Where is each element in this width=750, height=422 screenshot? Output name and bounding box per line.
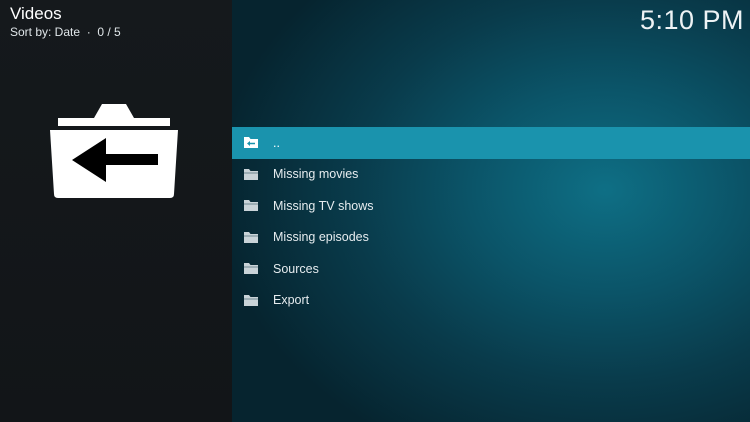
list-item-label: Missing TV shows bbox=[273, 198, 374, 213]
folder-icon bbox=[244, 200, 258, 211]
page-title: Videos bbox=[10, 4, 62, 23]
list-item-missing-movies[interactable]: Missing movies bbox=[232, 159, 750, 191]
list-item-label: Export bbox=[273, 293, 310, 308]
folder-icon bbox=[244, 231, 258, 243]
list-item-sources[interactable]: Sources bbox=[232, 253, 750, 285]
sort-label: Sort by: Date bbox=[10, 25, 81, 39]
item-counter: 0 / 5 bbox=[97, 25, 121, 39]
list-item-parent[interactable]: .. bbox=[232, 127, 750, 159]
list-item-label: Sources bbox=[273, 261, 319, 276]
sidebar bbox=[0, 0, 232, 422]
list-item-label: Missing episodes bbox=[273, 230, 369, 245]
folder-icon bbox=[244, 263, 258, 274]
folder-icon bbox=[244, 294, 258, 306]
header: Videos Sort by: Date · 0 / 5 bbox=[10, 4, 121, 39]
folder-back-icon bbox=[244, 137, 258, 148]
list-item-label: Missing movies bbox=[273, 167, 359, 182]
list-item-export[interactable]: Export bbox=[232, 285, 750, 317]
sort-info: Sort by: Date · 0 / 5 bbox=[10, 25, 121, 39]
clock: 5:10 PM bbox=[639, 5, 744, 35]
list-item-missing-tv-shows[interactable]: Missing TV shows bbox=[232, 190, 750, 222]
separator: · bbox=[86, 25, 91, 39]
file-list: .. Missing movies Missing TV shows Missi… bbox=[232, 127, 750, 316]
folder-back-icon bbox=[50, 104, 178, 198]
folder-icon bbox=[244, 168, 258, 180]
list-item-missing-episodes[interactable]: Missing episodes bbox=[232, 222, 750, 254]
list-item-label: .. bbox=[273, 135, 280, 150]
